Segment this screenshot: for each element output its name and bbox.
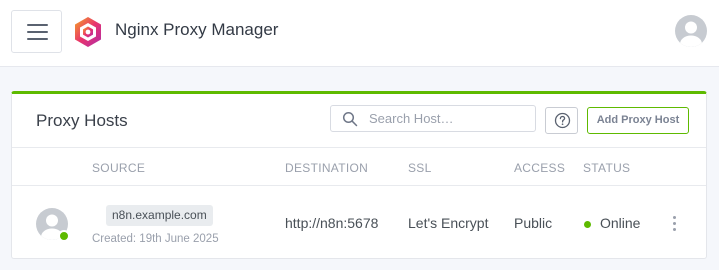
more-vertical-icon[interactable] — [668, 214, 680, 232]
column-header-source: SOURCE — [92, 161, 146, 175]
question-circle-icon — [554, 112, 571, 129]
online-indicator-icon — [58, 230, 70, 242]
source-domain-tag[interactable]: n8n.example.com — [106, 205, 213, 226]
user-avatar-icon[interactable] — [675, 15, 707, 47]
divider — [12, 185, 706, 186]
column-header-ssl: SSL — [408, 161, 432, 175]
status-value: Online — [600, 215, 641, 231]
search-icon — [342, 111, 358, 127]
ssl-value: Let's Encrypt — [408, 215, 489, 231]
search-box[interactable] — [330, 105, 536, 132]
status-dot-icon — [584, 221, 591, 228]
access-value: Public — [514, 215, 553, 231]
card-title: Proxy Hosts — [36, 111, 128, 130]
search-input[interactable] — [369, 109, 529, 128]
column-header-access: ACCESS — [514, 161, 566, 175]
column-header-destination: DESTINATION — [285, 161, 369, 175]
divider — [12, 147, 706, 148]
proxy-hosts-card: Proxy Hosts Add Proxy Host SOURCE DESTIN… — [11, 91, 707, 259]
help-button[interactable] — [545, 107, 578, 134]
add-proxy-host-button[interactable]: Add Proxy Host — [587, 107, 689, 134]
hamburger-menu-icon — [27, 24, 48, 40]
column-header-status: STATUS — [583, 161, 631, 175]
top-header: Nginx Proxy Manager — [0, 0, 719, 67]
app-title: Nginx Proxy Manager — [115, 20, 279, 39]
destination-value: http://n8n:5678 — [285, 215, 379, 231]
nginx-proxy-manager-logo-icon[interactable] — [74, 16, 102, 48]
created-date: Created: 19th June 2025 — [92, 233, 219, 245]
menu-button[interactable] — [11, 10, 62, 53]
